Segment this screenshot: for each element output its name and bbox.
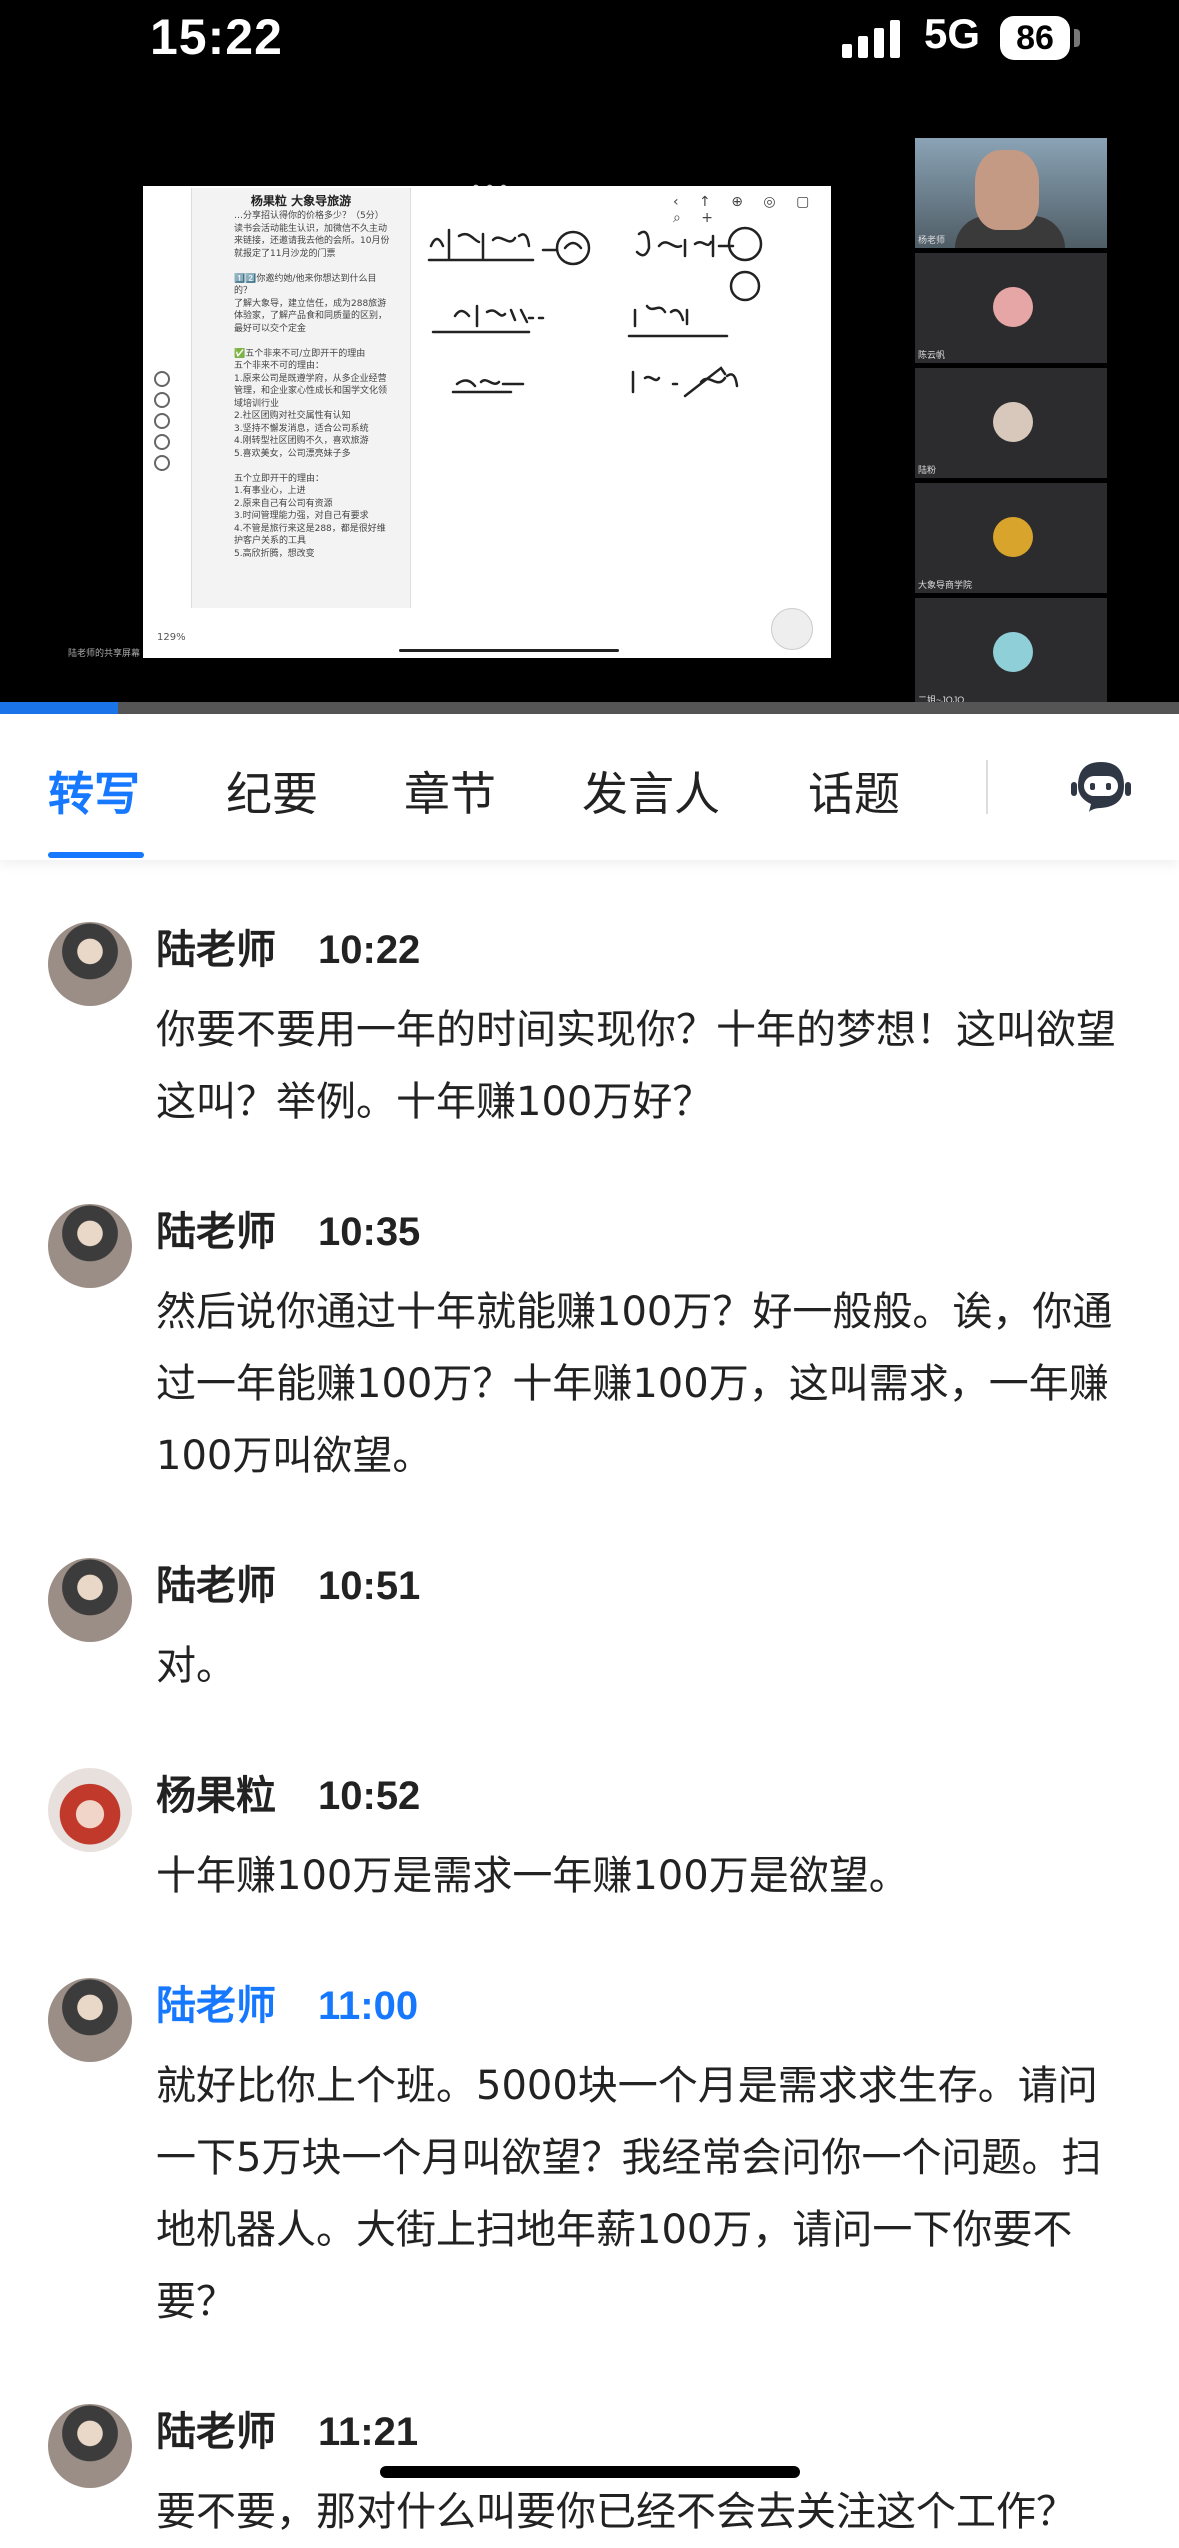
screen-share-watermark: 陆老师的共享屏幕 bbox=[68, 648, 141, 658]
playback-progress-bar[interactable] bbox=[0, 702, 1179, 714]
timestamp[interactable]: 11:21 bbox=[318, 2404, 418, 2460]
participant-tile-presenter[interactable]: 杨老师 bbox=[915, 138, 1107, 248]
timestamp[interactable]: 10:35 bbox=[318, 1204, 420, 1260]
speaker-avatar[interactable] bbox=[48, 1978, 132, 2062]
active-tab-underline bbox=[48, 852, 144, 858]
transcript-text[interactable]: 对。 bbox=[156, 1630, 1136, 1702]
meeting-video-area[interactable]: 15:22 5G 86 ••• 杨果粒 大象导旅游 …分享招认得你的价格多少？（… bbox=[0, 0, 1179, 714]
participant-name: 陈云帆 bbox=[918, 350, 946, 360]
timestamp[interactable]: 10:22 bbox=[318, 922, 420, 978]
timestamp[interactable]: 11:00 bbox=[318, 1978, 418, 2034]
participant-tile[interactable]: 陆粉 bbox=[915, 368, 1107, 478]
speaker-name[interactable]: 陆老师 bbox=[156, 1204, 276, 1260]
drawing-toolbar[interactable] bbox=[151, 366, 173, 486]
participant-avatar bbox=[993, 517, 1033, 557]
participant-tile[interactable]: 大象导商学院 bbox=[915, 483, 1107, 593]
tab-summary[interactable]: 纪要 bbox=[226, 758, 318, 824]
tab-bar: 转写 纪要 章节 发言人 话题 bbox=[0, 714, 1179, 860]
whiteboard-drawing bbox=[427, 226, 763, 398]
chat-panel-text: …分享招认得你的价格多少？（5分） 读书会活动能生认识，加微信不久主动来链接，还… bbox=[234, 211, 390, 559]
transcript-text[interactable]: 就好比你上个班。5000块一个月是需求求生存。请问一下5万块一个月叫欲望？我经常… bbox=[156, 2050, 1136, 2338]
participant-video-tiles[interactable]: 杨老师 陈云帆 陆粉 大象导商学院 二姐~JOJO bbox=[915, 138, 1107, 713]
timestamp[interactable]: 10:51 bbox=[318, 1558, 420, 1614]
speaker-name[interactable]: 陆老师 bbox=[156, 1558, 276, 1614]
signal-strength-icon bbox=[842, 20, 900, 58]
speaker-name[interactable]: 陆老师 bbox=[156, 922, 276, 978]
speaker-avatar[interactable] bbox=[48, 1768, 132, 1852]
battery-indicator: 86 bbox=[1000, 16, 1070, 60]
tab-topics[interactable]: 话题 bbox=[808, 758, 900, 824]
presenter-face bbox=[975, 150, 1039, 230]
shared-screen[interactable]: 杨果粒 大象导旅游 …分享招认得你的价格多少？（5分） 读书会活动能生认识，加微… bbox=[143, 186, 831, 658]
participant-name: 大象导商学院 bbox=[918, 580, 973, 590]
tab-divider bbox=[986, 760, 988, 814]
participant-tile[interactable]: 二姐~JOJO bbox=[915, 598, 1107, 708]
pen-tool-icon[interactable] bbox=[154, 371, 170, 387]
status-time: 15:22 bbox=[150, 9, 283, 65]
shared-chat-panel: 杨果粒 大象导旅游 …分享招认得你的价格多少？（5分） 读书会活动能生认识，加微… bbox=[191, 188, 411, 608]
speaker-avatar[interactable] bbox=[48, 1204, 132, 1288]
tab-transcript[interactable]: 转写 bbox=[48, 758, 140, 824]
speaker-avatar[interactable] bbox=[48, 922, 132, 1006]
page-scroll-indicator bbox=[399, 649, 619, 652]
playback-progress-fill bbox=[0, 702, 118, 714]
speaker-name[interactable]: 陆老师 bbox=[156, 1978, 276, 2034]
lasso-tool-icon[interactable] bbox=[154, 455, 170, 471]
timestamp[interactable]: 10:52 bbox=[318, 1768, 420, 1824]
floating-action-button[interactable] bbox=[771, 608, 813, 650]
network-label: 5G bbox=[924, 10, 981, 57]
ai-assistant-icon[interactable] bbox=[1068, 756, 1134, 816]
speaker-name[interactable]: 陆老师 bbox=[156, 2404, 276, 2460]
eraser-tool-icon[interactable] bbox=[154, 413, 170, 429]
shape-tool-icon[interactable] bbox=[154, 392, 170, 408]
speaker-avatar[interactable] bbox=[48, 2404, 132, 2488]
transcript-text[interactable]: 然后说你通过十年就能赚100万？好一般般。诶，你通过一年能赚100万？十年赚10… bbox=[156, 1276, 1136, 1492]
transcript-text[interactable]: 你要不要用一年的时间实现你？十年的梦想！这叫欲望这叫？举例。十年赚100万好？ bbox=[156, 994, 1136, 1138]
participant-name: 陆粉 bbox=[918, 465, 937, 475]
participant-tile[interactable]: 陈云帆 bbox=[915, 253, 1107, 363]
battery-nub bbox=[1074, 29, 1080, 47]
highlighter-tool-icon[interactable] bbox=[154, 434, 170, 450]
zoom-level: 129% bbox=[157, 632, 186, 643]
chat-panel-title: 杨果粒 大象导旅游 bbox=[250, 194, 352, 208]
transcript-text[interactable]: 十年赚100万是需求一年赚100万是欲望。 bbox=[156, 1840, 1136, 1912]
participant-name: 杨老师 bbox=[918, 235, 946, 245]
speaker-avatar[interactable] bbox=[48, 1558, 132, 1642]
participant-avatar bbox=[993, 287, 1033, 327]
participant-avatar bbox=[993, 402, 1033, 442]
whiteboard-toolbar[interactable]: ‹ ↑ ⊕ ◎ ▢ ⌕ + bbox=[673, 194, 831, 226]
tab-speakers[interactable]: 发言人 bbox=[582, 758, 720, 824]
tab-chapters[interactable]: 章节 bbox=[404, 758, 496, 824]
participant-avatar bbox=[993, 632, 1033, 672]
home-indicator[interactable] bbox=[380, 2466, 800, 2478]
speaker-name[interactable]: 杨果粒 bbox=[156, 1768, 276, 1824]
transcript-text[interactable]: 要不要，那对什么叫要你已经不会去关注这个工作？ bbox=[156, 2476, 1136, 2548]
